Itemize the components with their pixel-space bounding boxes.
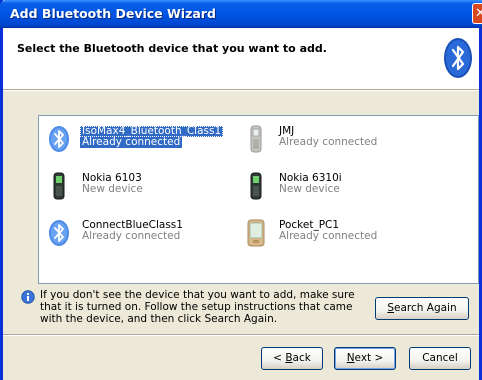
back-button[interactable]: < Back (261, 347, 323, 370)
pda-icon (247, 219, 265, 247)
search-again-button[interactable]: Search Again (375, 297, 469, 320)
wizard-header: Select the Bluetooth device that you wan… (3, 28, 479, 90)
device-status: New device (82, 183, 143, 195)
phone-icon (53, 172, 65, 200)
window-title: Add Bluetooth Device Wizard (10, 6, 216, 21)
cancel-button[interactable]: Cancel (409, 347, 471, 370)
back-prefix: < (273, 352, 286, 364)
device-item-jmj[interactable]: JMJ Already connected (244, 124, 444, 156)
device-item-nokia-6310i[interactable]: Nokia 6310i New device (244, 171, 444, 203)
back-label: ack (292, 352, 311, 364)
device-status: Already connected (82, 230, 181, 242)
bluetooth-logo-icon (444, 38, 472, 78)
header-title: Select the Bluetooth device that you wan… (17, 42, 327, 55)
device-item-isomax4[interactable]: IsoMax4_Bluetooth_Class1 Already connect… (47, 124, 247, 156)
device-status: Already connected (279, 136, 378, 148)
device-item-connectblue[interactable]: ConnectBlueClass1 Already connected (47, 218, 247, 250)
next-mnemonic: N (346, 352, 355, 364)
back-mnemonic: B (285, 352, 293, 364)
close-icon: ✕ (475, 6, 482, 21)
wizard-window: Add Bluetooth Device Wizard ✕ Select the… (0, 0, 482, 380)
device-list[interactable]: IsoMax4_Bluetooth_Class1 Already connect… (38, 115, 479, 284)
hint-text: If you don't see the device that you wan… (40, 289, 355, 325)
bluetooth-icon (49, 126, 69, 152)
info-icon (21, 290, 35, 304)
device-item-nokia-6103[interactable]: Nokia 6103 New device (47, 171, 247, 203)
phone-icon (250, 172, 262, 200)
search-again-label: earch Again (394, 302, 457, 314)
device-status: Already connected (279, 230, 378, 242)
phone-icon (250, 125, 262, 153)
title-bar[interactable]: Add Bluetooth Device Wizard ✕ (0, 0, 482, 28)
next-label: ext > (354, 352, 384, 364)
next-button[interactable]: Next > (334, 347, 396, 370)
footer-separator (3, 334, 479, 336)
bluetooth-icon (49, 220, 69, 246)
device-item-pocket-pc1[interactable]: Pocket_PC1 Already connected (244, 218, 444, 250)
header-separator (3, 90, 479, 91)
device-status: Already connected (80, 136, 183, 148)
device-status: New device (279, 183, 340, 195)
close-button[interactable]: ✕ (472, 3, 482, 24)
